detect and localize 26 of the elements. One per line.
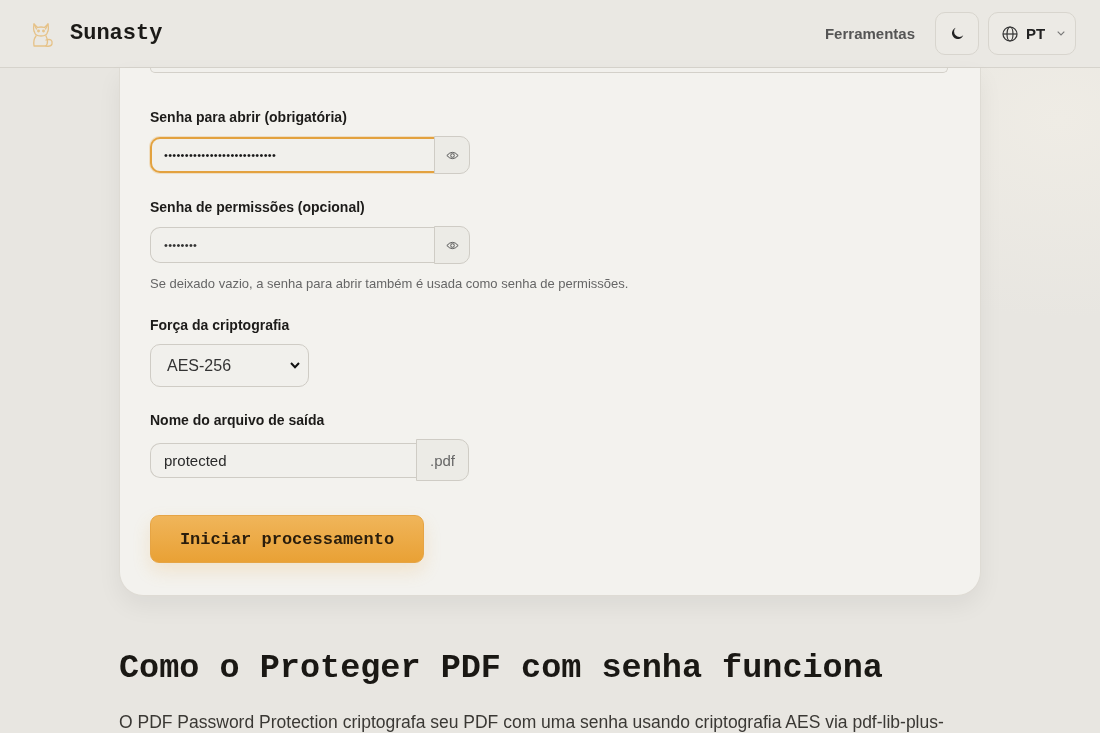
filename-field[interactable]: protected [150, 442, 416, 478]
input-field[interactable] [150, 68, 948, 73]
section-heading: Como o Proteger PDF com senha funciona [119, 648, 884, 689]
moon-icon [950, 27, 964, 40]
eye-icon [445, 150, 459, 160]
select-field[interactable]: AES-256 [150, 344, 309, 387]
chevron-down-icon [290, 362, 300, 369]
section-paragraph: O PDF Password Protection criptografa seu PDF com uma senha usando criptografia AES via pdf-lib-plus- [119, 711, 945, 733]
show-password-button[interactable] [434, 136, 470, 174]
field-label: Nome do arquivo de saída [150, 412, 325, 429]
globe-icon [1002, 25, 1018, 42]
field-label: Senha para abrir (obrigatória) [150, 109, 347, 126]
theme-toggle-button[interactable] [935, 12, 979, 55]
hint-text: Se deixado vazio, a senha para abrir também é usada como senha de permissões. [150, 276, 629, 292]
eye-icon [445, 240, 459, 250]
start-processing-button[interactable]: Iniciar processamento [150, 515, 424, 563]
password-field[interactable]: ••••••••••••••••••••••••••• [150, 137, 434, 173]
field-label: Senha de permissões (opcional) [150, 199, 365, 216]
brand-name[interactable]: Sunasty [70, 21, 163, 46]
language-button[interactable]: PT [988, 12, 1076, 55]
show-password-button[interactable] [434, 226, 470, 264]
nav-link[interactable]: Ferramentas [824, 25, 915, 42]
field-label: Força da criptografia [150, 317, 290, 334]
password-field[interactable]: •••••••• [150, 227, 434, 263]
file-extension-suffix: .pdf [416, 439, 469, 481]
chevron-down-icon [1057, 31, 1066, 36]
